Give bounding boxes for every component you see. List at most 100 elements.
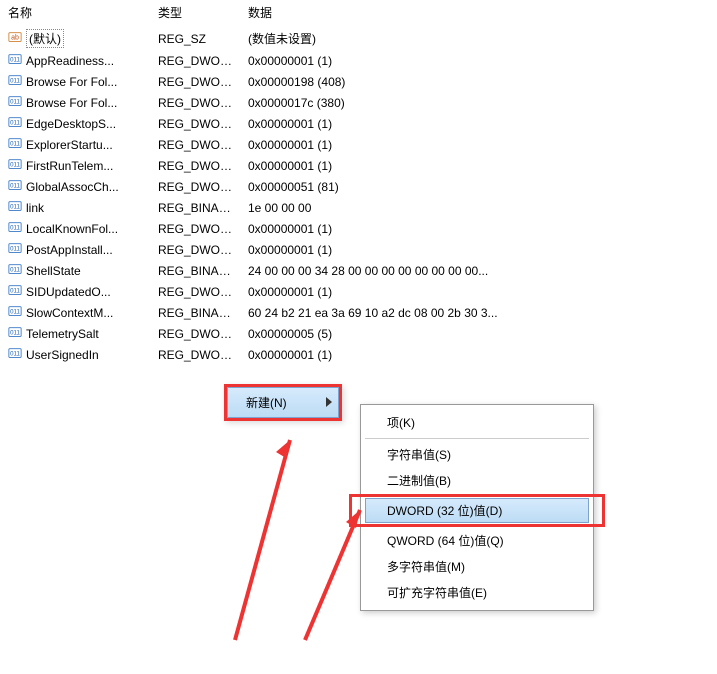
menu-item-expandable-label: 可扩充字符串值(E) — [387, 586, 487, 600]
svg-text:ab: ab — [11, 35, 19, 42]
value-name: TelemetrySalt — [26, 327, 99, 341]
value-type: REG_BINARY — [150, 302, 240, 323]
table-row[interactable]: 011 TelemetrySalt REG_DWORD0x00000005 (5) — [0, 323, 717, 344]
reg-value-icon: 011 — [8, 94, 22, 111]
menu-item-new[interactable]: 新建(N) — [227, 387, 339, 418]
table-row[interactable]: 011ExplorerStartu...REG_DWORD0x00000001 … — [0, 134, 717, 155]
reg-value-icon: ab — [8, 30, 22, 47]
svg-text:011: 011 — [10, 141, 20, 148]
value-type: REG_DWORD — [150, 323, 240, 344]
reg-value-icon: 011 — [8, 178, 22, 195]
svg-text:011: 011 — [10, 330, 20, 337]
header-data[interactable]: 数据 — [240, 0, 717, 27]
value-name: ShellState — [26, 264, 81, 278]
value-data: 0x00000001 (1) — [240, 50, 717, 71]
reg-value-icon: 011 — [8, 73, 22, 90]
table-row[interactable]: 011 EdgeDesktopS... REG_DWORD0x00000001 (1… — [0, 113, 717, 134]
value-data: 0x00000051 (81) — [240, 176, 717, 197]
reg-value-icon: 011 — [8, 220, 22, 237]
value-data: 0x00000005 (5) — [240, 323, 717, 344]
value-data: 0x00000001 (1) — [240, 239, 717, 260]
svg-text:011: 011 — [10, 246, 20, 253]
value-data: 0x00000001 (1) — [240, 218, 717, 239]
reg-value-icon: 011 — [8, 157, 22, 174]
svg-text:011: 011 — [10, 204, 20, 211]
menu-item-qword[interactable]: QWORD (64 位)值(Q) — [365, 528, 589, 553]
value-name: Browse For Fol... — [26, 96, 117, 110]
table-row[interactable]: 011AppReadiness...REG_DWORD0x00000001 (1… — [0, 50, 717, 71]
svg-text:011: 011 — [10, 99, 20, 106]
svg-text:011: 011 — [10, 309, 20, 316]
table-row[interactable]: 011SIDUpdatedO...REG_DWORD0x00000001 (1) — [0, 281, 717, 302]
header-type[interactable]: 类型 — [150, 0, 240, 27]
table-row[interactable]: 011 LocalKnownFol... REG_DWORD0x00000001 (… — [0, 218, 717, 239]
svg-text:011: 011 — [10, 120, 20, 127]
menu-item-binary-label: 二进制值(B) — [387, 474, 451, 488]
menu-item-qword-label: QWORD (64 位)值(Q) — [387, 534, 504, 548]
menu-item-key-label: 项(K) — [387, 416, 415, 430]
table-row[interactable]: 011GlobalAssocCh...REG_DWORD0x00000051 (… — [0, 176, 717, 197]
header-name[interactable]: 名称 — [0, 0, 150, 27]
svg-text:011: 011 — [10, 162, 20, 169]
menu-item-dword[interactable]: DWORD (32 位)值(D) — [365, 498, 589, 523]
context-menu-new-wrapper: 新建(N) — [224, 384, 342, 421]
column-header-row: 名称 类型 数据 — [0, 0, 717, 27]
table-row[interactable]: 011FirstRunTelem...REG_DWORD0x00000001 (… — [0, 155, 717, 176]
svg-text:011: 011 — [10, 225, 20, 232]
value-data: 0x00000198 (408) — [240, 71, 717, 92]
menu-item-string[interactable]: 字符串值(S) — [365, 442, 589, 467]
value-type: REG_DWORD — [150, 92, 240, 113]
value-data: 0x00000001 (1) — [240, 344, 717, 365]
context-submenu-new: 项(K) 字符串值(S) 二进制值(B) DWORD (32 位)值(D) QW… — [360, 404, 594, 611]
value-type: REG_DWORD — [150, 344, 240, 365]
menu-item-multistring[interactable]: 多字符串值(M) — [365, 554, 589, 579]
menu-item-multistring-label: 多字符串值(M) — [387, 560, 465, 574]
value-type: REG_DWORD — [150, 71, 240, 92]
menu-item-expandable[interactable]: 可扩充字符串值(E) — [365, 580, 589, 605]
value-data: 0x00000001 (1) — [240, 155, 717, 176]
menu-item-new-label: 新建(N) — [246, 396, 287, 410]
table-row[interactable]: 011 Browse For Fol... REG_DWORD0x0000017c … — [0, 92, 717, 113]
value-name: PostAppInstall... — [26, 243, 113, 257]
value-data: 0x0000017c (380) — [240, 92, 717, 113]
value-type: REG_BINARY — [150, 197, 240, 218]
value-type: REG_DWORD — [150, 113, 240, 134]
table-row[interactable]: 011linkREG_BINARY1e 00 00 00 — [0, 197, 717, 218]
value-type: REG_DWORD — [150, 281, 240, 302]
value-type: REG_DWORD — [150, 239, 240, 260]
table-row[interactable]: 011 PostAppInstall... REG_DWORD0x00000001 … — [0, 239, 717, 260]
value-name: LocalKnownFol... — [26, 222, 118, 236]
value-name: UserSignedIn — [26, 348, 99, 362]
value-type: REG_SZ — [150, 27, 240, 50]
reg-value-icon: 011 — [8, 325, 22, 342]
value-name: (默认) — [26, 29, 64, 48]
registry-value-list[interactable]: 名称 类型 数据 ab (默认) REG_SZ(数值未设置) 011 AppReadin… — [0, 0, 717, 365]
submenu-arrow-icon — [326, 396, 332, 410]
value-type: REG_DWORD — [150, 218, 240, 239]
reg-value-icon: 011 — [8, 52, 22, 69]
reg-value-icon: 011 — [8, 199, 22, 216]
svg-text:011: 011 — [10, 78, 20, 85]
value-type: REG_BINARY — [150, 260, 240, 281]
reg-value-icon: 011 — [8, 304, 22, 321]
value-data: (数值未设置) — [240, 27, 717, 50]
table-row[interactable]: 011UserSignedInREG_DWORD0x00000001 (1) — [0, 344, 717, 365]
value-data: 1e 00 00 00 — [240, 197, 717, 218]
menu-separator — [365, 438, 589, 439]
svg-text:011: 011 — [10, 288, 20, 295]
table-row[interactable]: 011ShellStateREG_BINARY24 00 00 00 34 28… — [0, 260, 717, 281]
menu-item-binary[interactable]: 二进制值(B) — [365, 468, 589, 493]
value-name: SlowContextM... — [26, 306, 113, 320]
table-row[interactable]: 011SlowContextM...REG_BINARY60 24 b2 21 … — [0, 302, 717, 323]
value-data: 0x00000001 (1) — [240, 113, 717, 134]
menu-item-dword-highlight: DWORD (32 位)值(D) — [349, 494, 605, 527]
menu-item-key[interactable]: 项(K) — [365, 410, 589, 435]
reg-value-icon: 011 — [8, 241, 22, 258]
value-name: AppReadiness... — [26, 54, 114, 68]
value-type: REG_DWORD — [150, 134, 240, 155]
value-name: EdgeDesktopS... — [26, 117, 116, 131]
table-row[interactable]: ab (默认) REG_SZ(数值未设置) — [0, 27, 717, 50]
table-row[interactable]: 011Browse For Fol...REG_DWORD0x00000198 … — [0, 71, 717, 92]
value-name: FirstRunTelem... — [26, 159, 113, 173]
menu-item-dword-label: DWORD (32 位)值(D) — [387, 504, 502, 518]
